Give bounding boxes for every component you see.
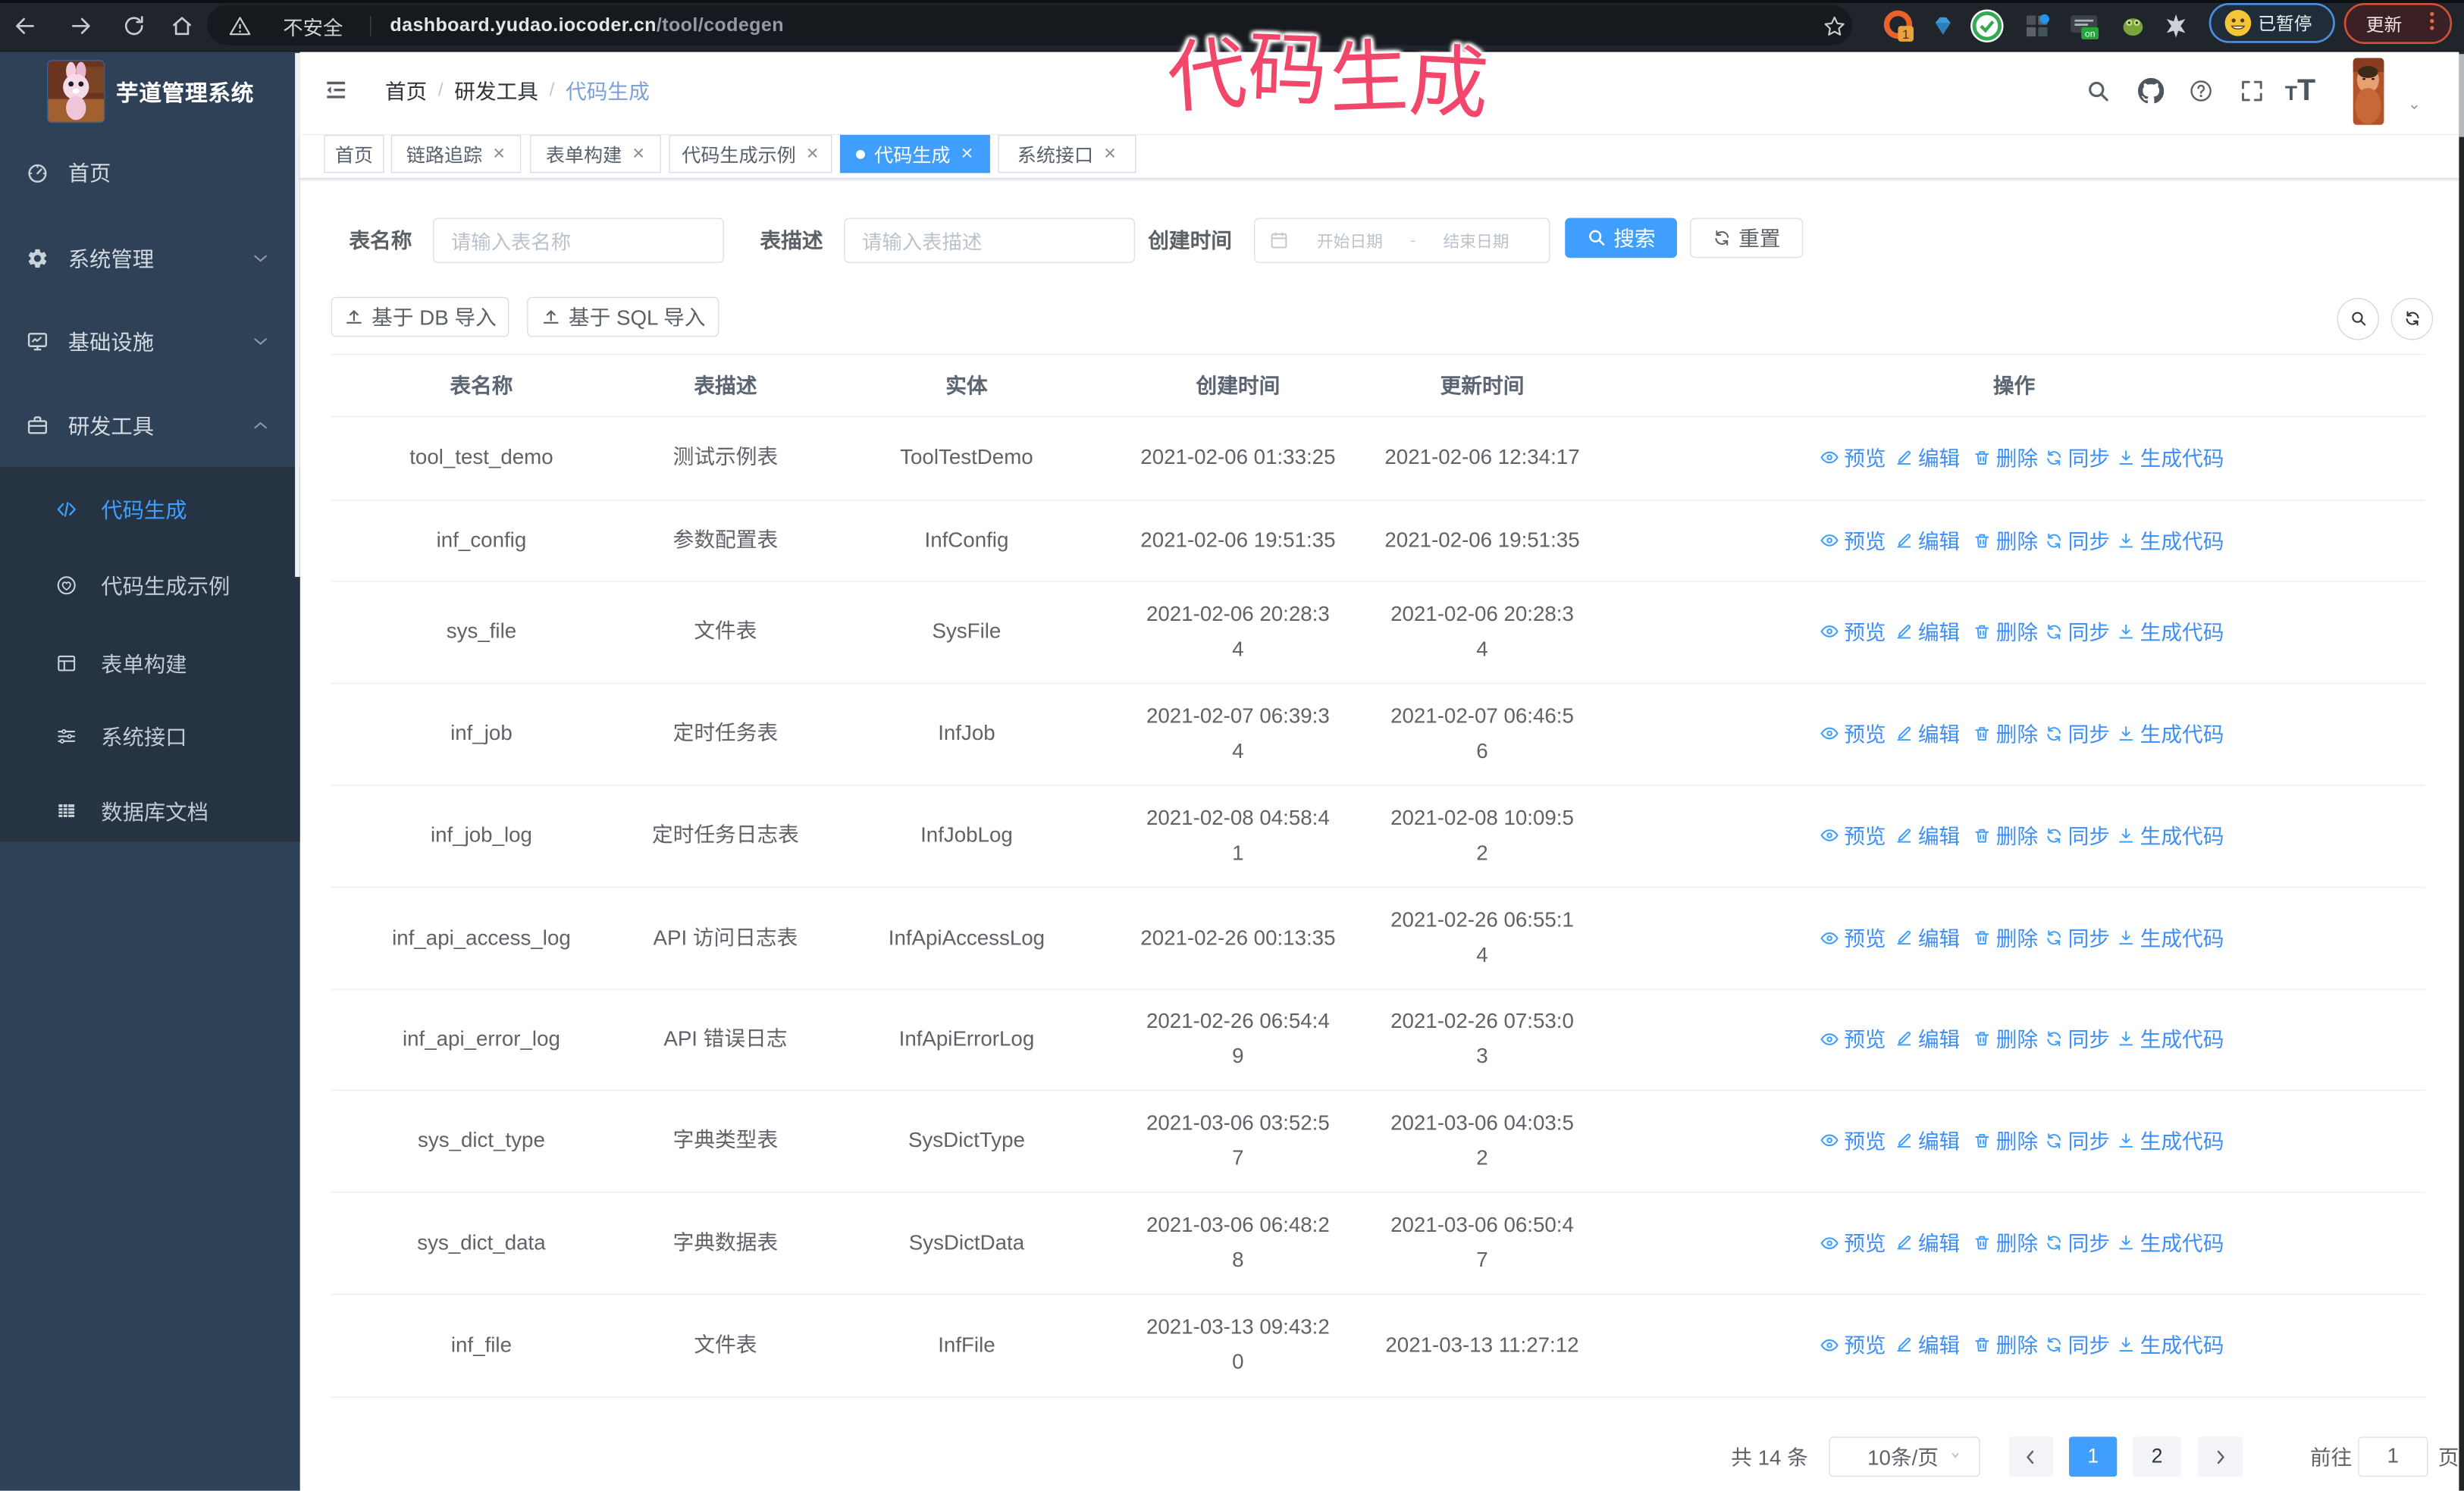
svg-text:on: on bbox=[2085, 28, 2096, 39]
svg-text:1: 1 bbox=[1902, 27, 1909, 42]
